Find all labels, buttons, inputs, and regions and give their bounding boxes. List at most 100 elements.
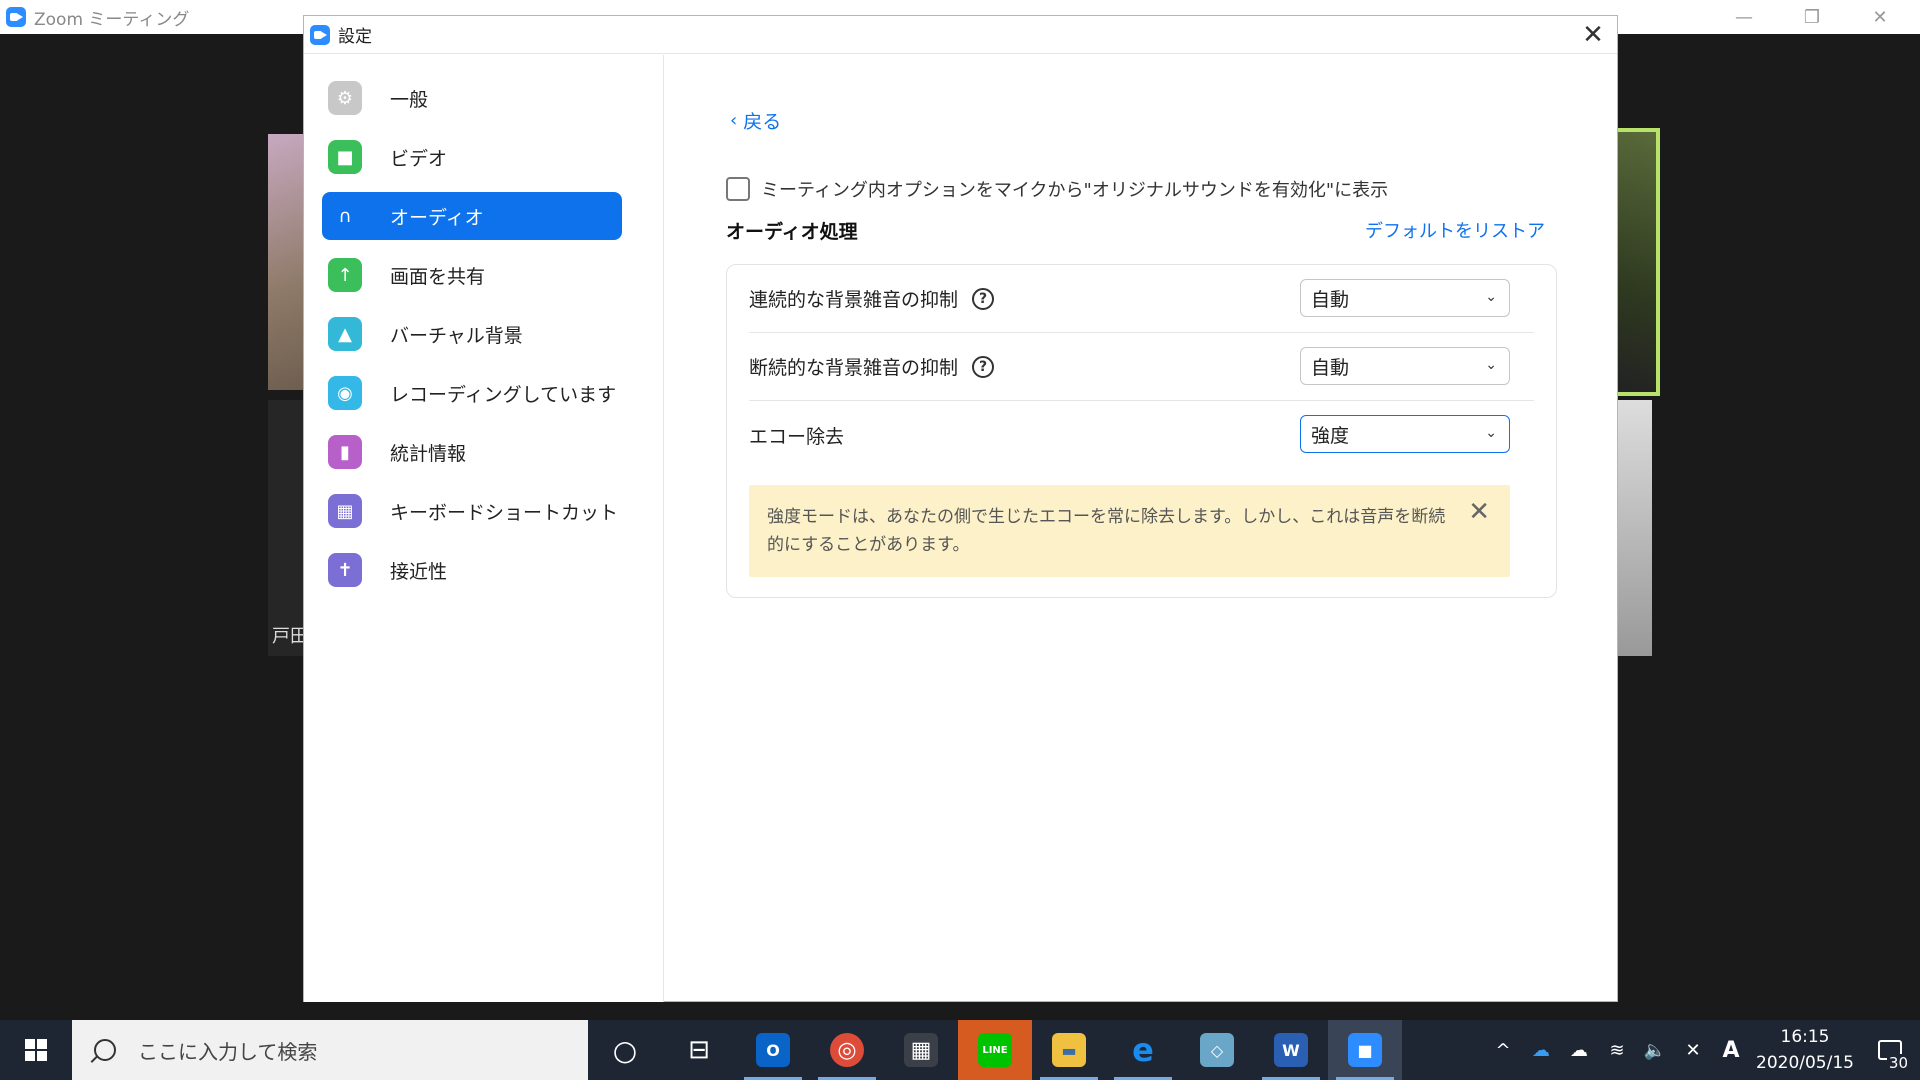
notification-count: 30 <box>1886 1054 1910 1072</box>
taskbar-app-zoom[interactable]: ■ <box>1328 1020 1402 1080</box>
sidebar-item-statistics[interactable]: ▮ 統計情報 <box>322 428 622 476</box>
intermittent-noise-select[interactable]: 自動 ⌄ <box>1300 347 1510 385</box>
task-view-icon: ⊟ <box>688 1035 710 1065</box>
sidebar-item-video[interactable]: ■ ビデオ <box>322 133 622 181</box>
taskbar-app-chrome[interactable]: ◎ <box>810 1020 884 1080</box>
video-camera-icon: ■ <box>328 140 362 174</box>
chevron-down-icon: ⌄ <box>1485 289 1497 305</box>
statistics-icon: ▮ <box>328 435 362 469</box>
chevron-up-icon[interactable]: ^ <box>1484 1020 1522 1080</box>
onedrive-icon[interactable]: ☁ <box>1522 1020 1560 1080</box>
audio-processing-panel: 連続的な背景雑音の抑制 ? 自動 ⌄ 断続的な背景雑音の抑制 ? 自動 ⌄ エコ… <box>726 264 1557 598</box>
windows-logo-icon <box>25 1039 47 1061</box>
audio-settings-content: ‹ 戻る ミーティング内オプションをマイクから"オリジナルサウンドを有効化"に表… <box>665 55 1617 1002</box>
taskbar-app-outlook[interactable]: O <box>736 1020 810 1080</box>
pen-icon[interactable]: ✕ <box>1674 1020 1712 1080</box>
sidebar-item-label: レコーディングしています <box>390 383 617 406</box>
taskbar-app-word[interactable]: W <box>1254 1020 1328 1080</box>
word-icon: W <box>1274 1033 1308 1067</box>
volume-icon[interactable]: 🔈 <box>1636 1020 1674 1080</box>
line-icon: LINE <box>978 1033 1012 1067</box>
search-placeholder: ここに入力して検索 <box>138 1039 318 1064</box>
sidebar-item-recording[interactable]: ◉ レコーディングしています <box>322 369 622 417</box>
original-sound-option[interactable]: ミーティング内オプションをマイクから"オリジナルサウンドを有効化"に表示 <box>726 176 1388 202</box>
participant-video-tile[interactable] <box>1612 400 1652 656</box>
sidebar-item-label: 一般 <box>390 88 429 111</box>
taskbar-app-file-explorer[interactable]: ▬ <box>1032 1020 1106 1080</box>
sidebar-item-virtual-background[interactable]: ▲ バーチャル背景 <box>322 310 622 358</box>
sidebar-item-general[interactable]: ⚙ 一般 <box>322 74 622 122</box>
sidebar-item-label: 接近性 <box>390 560 448 583</box>
zoom-icon: ■ <box>1348 1033 1382 1067</box>
settings-sidebar: ⚙ 一般 ■ ビデオ ∩ オーディオ ↑ 画面を共有 ▲ バーチャル背景 ◉ レ… <box>304 55 664 1002</box>
zoom-window-title: Zoom ミーティング <box>34 9 190 30</box>
gear-icon: ⚙ <box>328 81 362 115</box>
close-icon[interactable]: ✕ <box>1575 18 1611 52</box>
sidebar-item-accessibility[interactable]: ✝ 接近性 <box>322 546 622 594</box>
continuous-noise-row: 連続的な背景雑音の抑制 ? 自動 ⌄ <box>749 265 1534 333</box>
recording-icon: ◉ <box>328 376 362 410</box>
continuous-noise-select[interactable]: 自動 ⌄ <box>1300 279 1510 317</box>
calculator-icon: ▦ <box>904 1033 938 1067</box>
ime-icon[interactable]: A <box>1712 1020 1750 1080</box>
cloud-icon[interactable]: ☁ <box>1560 1020 1598 1080</box>
clock[interactable]: 16:15 2020/05/15 <box>1750 1024 1860 1076</box>
restore-button[interactable]: ❐ <box>1778 0 1846 34</box>
select-value: 自動 <box>1311 288 1350 311</box>
search-icon <box>94 1039 116 1061</box>
share-screen-icon: ↑ <box>328 258 362 292</box>
echo-cancellation-select[interactable]: 強度 ⌄ <box>1300 415 1510 453</box>
original-sound-label: ミーティング内オプションをマイクから"オリジナルサウンドを有効化"に表示 <box>761 180 1389 201</box>
row-label: 断続的な背景雑音の抑制 <box>749 357 959 379</box>
notification-center-button[interactable]: 30 <box>1860 1020 1920 1080</box>
taskbar-app-notepad[interactable]: ◇ <box>1180 1020 1254 1080</box>
cortana-icon: ○ <box>612 1033 638 1067</box>
notepad-icon: ◇ <box>1200 1033 1234 1067</box>
windows-taskbar: ここに入力して検索 ○ ⊟ O ◎ ▦ LINE ▬ e ◇ W ■ ^ ☁ ☁ <box>0 1020 1920 1080</box>
sidebar-item-audio[interactable]: ∩ オーディオ <box>322 192 622 240</box>
row-label: 連続的な背景雑音の抑制 <box>749 289 959 311</box>
echo-notice-banner: 強度モードは、あなたの側で生じたエコーを常に除去します。しかし、これは音声を断続… <box>749 485 1510 577</box>
participant-video-tile[interactable] <box>268 134 308 390</box>
chrome-icon: ◎ <box>830 1033 864 1067</box>
active-speaker-video-tile[interactable] <box>1612 128 1660 396</box>
start-button[interactable] <box>0 1020 72 1080</box>
taskbar-app-calculator[interactable]: ▦ <box>884 1020 958 1080</box>
participant-video-tile[interactable]: 戸田 <box>268 400 308 656</box>
select-value: 自動 <box>1311 356 1350 379</box>
sidebar-item-share-screen[interactable]: ↑ 画面を共有 <box>322 251 622 299</box>
minimize-button[interactable]: — <box>1710 0 1778 34</box>
close-button[interactable]: ✕ <box>1846 0 1914 34</box>
help-icon[interactable]: ? <box>972 287 995 310</box>
chevron-down-icon: ⌄ <box>1485 357 1497 373</box>
original-sound-checkbox[interactable] <box>726 177 750 201</box>
accessibility-icon: ✝ <box>328 553 362 587</box>
clock-date: 2020/05/15 <box>1756 1053 1854 1073</box>
settings-titlebar: 設定 ✕ <box>304 16 1617 54</box>
taskbar-app-edge[interactable]: e <box>1106 1020 1180 1080</box>
back-label: 戻る <box>743 111 782 133</box>
zoom-app-icon <box>6 7 26 27</box>
back-link[interactable]: ‹ 戻る <box>730 107 781 134</box>
cortana-button[interactable]: ○ <box>588 1020 662 1080</box>
taskbar-app-line[interactable]: LINE <box>958 1020 1032 1080</box>
chevron-down-icon: ⌄ <box>1485 425 1497 441</box>
section-title: オーディオ処理 <box>726 221 858 243</box>
clock-time: 16:15 <box>1780 1027 1830 1047</box>
row-label: エコー除去 <box>749 425 845 448</box>
sidebar-item-label: バーチャル背景 <box>390 324 523 347</box>
taskbar-search-box[interactable]: ここに入力して検索 <box>72 1020 588 1080</box>
sidebar-item-keyboard-shortcuts[interactable]: ▦ キーボードショートカット <box>322 487 622 535</box>
settings-title: 設定 <box>338 27 372 47</box>
task-view-button[interactable]: ⊟ <box>662 1020 736 1080</box>
outlook-icon: O <box>756 1033 790 1067</box>
edge-icon: e <box>1132 1031 1154 1069</box>
sidebar-item-label: 統計情報 <box>390 442 467 465</box>
restore-default-link[interactable]: デフォルトをリストア <box>1365 217 1545 243</box>
intermittent-noise-row: 断続的な背景雑音の抑制 ? 自動 ⌄ <box>749 333 1534 401</box>
notice-text: 強度モードは、あなたの側で生じたエコーを常に除去します。しかし、これは音声を断続… <box>767 507 1446 555</box>
virtual-background-icon: ▲ <box>328 317 362 351</box>
close-icon[interactable]: ✕ <box>1468 499 1490 525</box>
help-icon[interactable]: ? <box>972 355 995 378</box>
wifi-icon[interactable]: ≋ <box>1598 1020 1636 1080</box>
